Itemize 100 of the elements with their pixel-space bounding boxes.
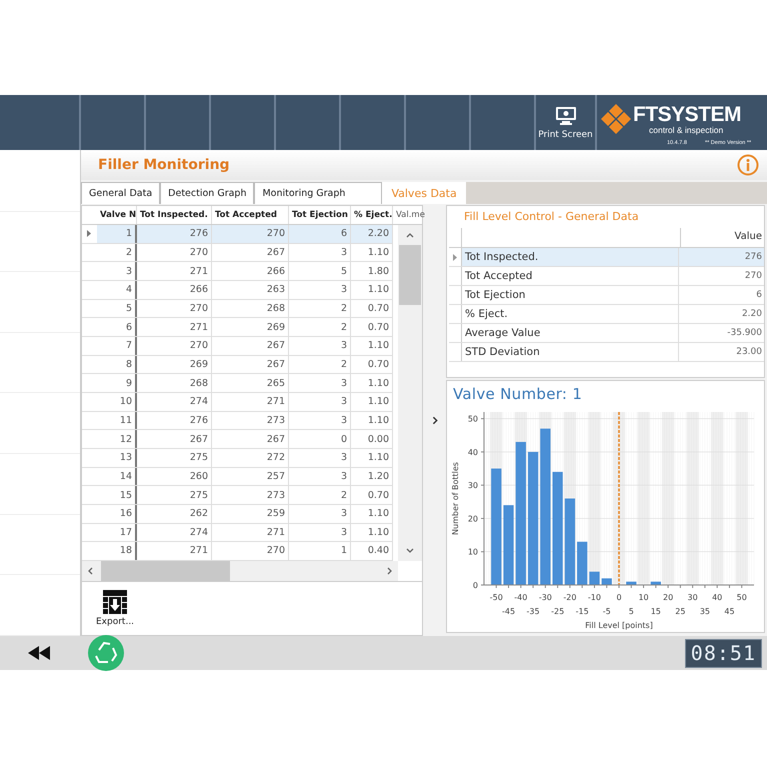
table-cell: Tot Ejection [461,286,679,304]
table-cell: 266 [137,280,212,299]
table-cell: 268 [212,300,289,318]
table-cell: 0.70 [351,486,393,504]
table-cell-text: 23.00 [735,346,763,359]
table-row[interactable]: Tot Accepted 270 [449,267,764,286]
horizontal-scrollbar[interactable] [82,561,398,581]
x-tick-label: -10 [588,593,601,602]
table-row[interactable]: Average Value -35.900 [449,324,764,343]
scroll-thumb[interactable] [101,561,230,581]
table-row[interactable]: STD Deviation 23.00 [449,343,764,362]
table-cell: 0.00 [351,430,393,448]
table-cell-text: 6 [755,289,763,302]
table-row[interactable]: 8 269 267 2 0.70 [82,356,393,374]
table-cell: 1 [289,542,351,560]
export-button[interactable]: Export... [96,590,134,627]
column-header[interactable]: Value [681,228,764,247]
x-tick-label: -15 [576,607,589,616]
table-cell: 1.20 [351,468,393,486]
tab[interactable]: Monitoring Graph [254,182,382,204]
table-cell: 271 [212,524,289,542]
table-cell-text: 2.20 [740,308,763,321]
table-cell: 1 [97,225,137,243]
table-cell: 274 [137,392,212,411]
table-cell: 272 [212,448,289,467]
table-cell: 271 [137,542,212,560]
table-cell: 262 [137,504,212,522]
table-row[interactable]: 3 271 266 5 1.80 [82,262,393,281]
column-header[interactable]: Tot Ejection [289,206,351,224]
column-header[interactable]: % Eject. [351,206,393,224]
table-cell: 3 [97,262,137,280]
table-row[interactable]: 17 274 271 3 1.10 [82,524,393,542]
table-cell: 273 [212,412,289,430]
x-tick-label: 40 [712,593,722,602]
table-row[interactable]: 12 267 267 0 0.00 [82,430,393,449]
table-cell: 11 [97,412,137,430]
tab[interactable]: General Data [81,182,160,204]
table-cell: 2 [289,318,351,336]
table-row[interactable]: 4 266 263 3 1.10 [82,280,393,300]
x-tick-label: -50 [490,593,503,602]
table-row[interactable]: Tot Inspected. 276 [449,248,764,267]
table-cell: 3 [289,448,351,467]
table-cell: 16 [97,504,137,522]
x-tick-label: -25 [551,607,564,616]
rewind-icon[interactable] [28,646,50,660]
table-cell: 3 [289,504,351,522]
table-cell: 257 [212,468,289,486]
export-icon [103,590,128,614]
table-cell: Tot Inspected. [461,248,679,266]
scroll-thumb[interactable] [399,245,421,305]
table-row[interactable]: 1 276 270 6 2.20 [82,225,393,244]
column-header[interactable]: Tot Inspected. [137,206,212,224]
table-row[interactable]: 5 270 268 2 0.70 [82,300,393,318]
table-row[interactable]: 2 270 267 3 1.10 [82,244,393,262]
x-tick-label: 45 [724,607,735,616]
table-cell: 0.70 [351,300,393,318]
table-cell: 270 [137,336,212,355]
table-cell: 1.10 [351,336,393,355]
recycle-icon[interactable] [88,635,124,671]
table-cell: 265 [212,374,289,392]
tab[interactable]: Detection Graph [160,182,254,204]
table-row[interactable]: 10 274 271 3 1.10 [82,392,393,412]
table-cell-text: 270 [744,270,763,283]
table-cell: 3 [289,468,351,486]
table-cell: 2 [97,244,137,262]
info-icon[interactable] [737,154,759,176]
table-cell-text: -35.900 [726,327,763,340]
table-cell: 1.80 [351,262,393,280]
x-tick-label: -40 [514,593,528,602]
column-header[interactable]: Valve N [97,206,137,224]
column-header[interactable]: Val.me [393,206,424,224]
table-cell: 276 [679,248,764,266]
table-cell: 1.10 [351,392,393,411]
vertical-scrollbar[interactable] [398,225,422,561]
x-tick-label: 15 [650,607,661,616]
table-cell: 274 [137,524,212,542]
column-header[interactable]: Tot Accepted [212,206,289,224]
table-row[interactable]: 15 275 273 2 0.70 [82,486,393,505]
table-row[interactable]: 16 262 259 3 1.10 [82,504,393,524]
table-cell: 276 [137,225,212,243]
table-cell: 0.70 [351,356,393,374]
table-row[interactable]: 9 268 265 3 1.10 [82,374,393,393]
row-pointer-icon [87,230,92,238]
table-cell: 6 [97,318,137,336]
x-axis-title: Fill Level [points] [585,621,653,630]
table-cell: % Eject. [461,305,679,323]
table-row[interactable]: 14 260 257 3 1.20 [82,468,393,486]
table-row[interactable]: Tot Ejection 6 [449,286,764,305]
table-cell: 2.20 [351,225,393,243]
table-cell: 266 [212,262,289,280]
table-row[interactable]: 7 270 267 3 1.10 [82,336,393,356]
table-row[interactable]: 11 276 273 3 1.10 [82,412,393,430]
table-cell: 3 [289,244,351,262]
table-row[interactable]: % Eject. 2.20 [449,305,764,324]
table-row[interactable]: 6 271 269 2 0.70 [82,318,393,337]
table-cell: 267 [212,244,289,262]
x-tick-label: 30 [688,593,698,602]
x-tick-label: -30 [538,593,552,602]
table-row[interactable]: 13 275 272 3 1.10 [82,448,393,468]
table-cell: 270 [137,244,212,262]
